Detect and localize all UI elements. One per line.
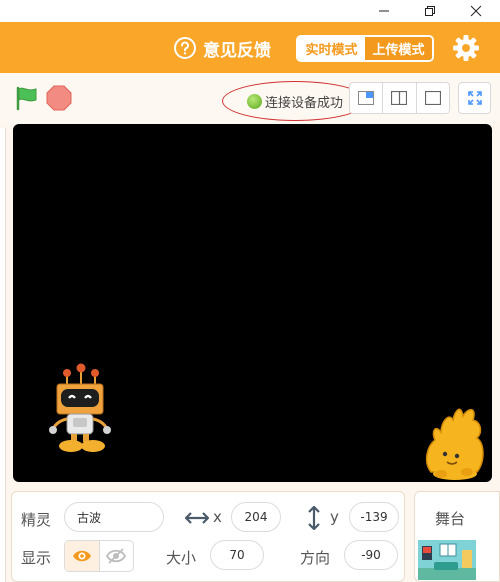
upload-mode-tab[interactable]: 上传模式 (365, 37, 432, 60)
visibility-toggle (64, 540, 134, 572)
left-panel-edge (0, 128, 6, 582)
connection-status-text: 连接设备成功 (264, 95, 343, 111)
x-position-input[interactable]: 204 (231, 502, 281, 532)
stage-label: 舞台 (435, 510, 466, 528)
sprite-name-input[interactable]: 古波 (64, 502, 164, 532)
realtime-mode-tab[interactable]: 实时模式 (298, 37, 365, 60)
fullscreen-button[interactable] (458, 82, 491, 114)
green-flag-icon[interactable] (14, 85, 40, 111)
gear-icon[interactable] (451, 33, 481, 63)
small-stage-button[interactable] (350, 83, 384, 113)
size-input[interactable]: 70 (210, 540, 264, 570)
menu-bar: 意见反馈 实时模式 上传模式 (0, 22, 500, 73)
help-icon (174, 37, 196, 59)
mode-switch: 实时模式 上传模式 (296, 35, 434, 62)
x-label: x (213, 508, 222, 526)
horizontal-arrows-icon (185, 509, 209, 527)
connection-indicator-icon (246, 93, 262, 109)
vertical-arrows-icon (305, 505, 323, 531)
restore-icon (425, 6, 435, 16)
feedback-button[interactable]: 意见反馈 (173, 35, 271, 61)
stage-only-icon (424, 91, 441, 105)
restore-button[interactable] (407, 0, 453, 22)
stop-icon[interactable] (46, 85, 72, 111)
y-position-input[interactable]: -139 (349, 502, 399, 532)
large-stage-icon (391, 91, 408, 105)
eye-icon (72, 550, 91, 562)
sprite-info-panel: 精灵 古波 x 204 y -139 显示 大小 70 方向 -90 (11, 491, 405, 582)
y-label: y (330, 508, 339, 526)
eye-hidden-icon (106, 548, 127, 564)
connection-status: 连接设备成功 (222, 81, 368, 121)
stage-thumbnail[interactable] (418, 540, 476, 580)
close-button[interactable] (453, 0, 499, 22)
show-label: 显示 (21, 549, 52, 567)
stage-selector-panel[interactable]: 舞台 (414, 491, 500, 582)
minimize-icon (379, 10, 389, 12)
size-label: 大小 (166, 549, 197, 567)
minimize-button[interactable] (361, 0, 407, 22)
stage-only-button[interactable] (417, 83, 449, 113)
direction-label: 方向 (300, 549, 331, 567)
close-icon (470, 5, 482, 17)
small-stage-icon (358, 91, 375, 105)
direction-input[interactable]: -90 (344, 540, 398, 570)
feedback-label: 意见反馈 (203, 40, 271, 61)
stage-toolbar: 连接设备成功 (0, 73, 500, 123)
window-titlebar (0, 0, 500, 22)
stage-canvas[interactable] (13, 124, 492, 482)
stage-layout-switch (349, 82, 450, 114)
robot-sprite[interactable] (45, 362, 115, 458)
sprite-label: 精灵 (21, 511, 52, 529)
hide-button[interactable] (100, 541, 134, 571)
show-button[interactable] (65, 541, 100, 571)
fullscreen-icon (467, 91, 482, 105)
large-stage-button[interactable] (383, 83, 417, 113)
sparky-sprite[interactable] (421, 402, 487, 482)
